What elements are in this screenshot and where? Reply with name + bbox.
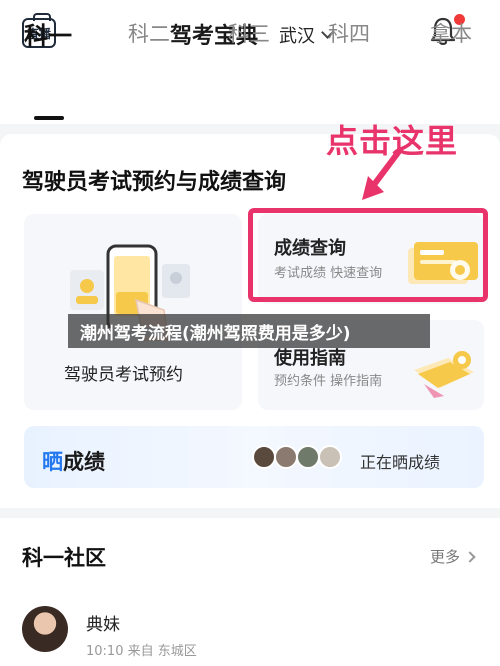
guide-book-illustration bbox=[414, 351, 474, 398]
post-author-name[interactable]: 典妹 bbox=[86, 610, 120, 635]
tab-subject-4[interactable]: 科四 bbox=[328, 18, 370, 48]
community-section bbox=[0, 518, 500, 666]
tab-subject-2[interactable]: 科二 bbox=[128, 18, 170, 48]
city-selector[interactable]: 武汉 bbox=[279, 22, 334, 48]
share-score-logo: 晒成绩 bbox=[42, 450, 105, 474]
score-query-highlight-box bbox=[248, 208, 488, 302]
section-title: 驾驶员考试预约与成绩查询 bbox=[22, 170, 287, 195]
tab-subject-3[interactable]: 科三 bbox=[228, 18, 270, 48]
usage-guide-subtitle: 预约条件 操作指南 bbox=[274, 374, 383, 389]
avatar bbox=[252, 445, 276, 469]
post-meta: 10:10 来自 东城区 bbox=[86, 644, 197, 659]
chevron-right-icon bbox=[464, 550, 476, 563]
more-link[interactable]: 更多 bbox=[430, 546, 476, 567]
tab-get-license[interactable]: 拿本 bbox=[430, 18, 472, 48]
community-title: 科一社区 bbox=[22, 546, 106, 570]
subject-tabs bbox=[0, 64, 500, 124]
avatar bbox=[296, 445, 320, 469]
avatar bbox=[274, 445, 298, 469]
arrow-annotation-icon bbox=[362, 147, 403, 200]
avatar[interactable] bbox=[22, 606, 68, 652]
share-score-status: 正在晒成绩 bbox=[360, 453, 441, 472]
exam-booking-label: 驾驶员考试预约 bbox=[64, 365, 183, 385]
avatar-stack bbox=[252, 445, 348, 469]
city-label: 武汉 bbox=[279, 26, 315, 47]
watermark-banner: 潮州驾考流程(潮州驾照费用是多少) bbox=[68, 314, 430, 348]
tab-subject-1[interactable]: 科一 bbox=[24, 16, 72, 51]
active-tab-indicator bbox=[34, 116, 64, 120]
more-label: 更多 bbox=[430, 548, 461, 566]
avatar bbox=[318, 445, 342, 469]
